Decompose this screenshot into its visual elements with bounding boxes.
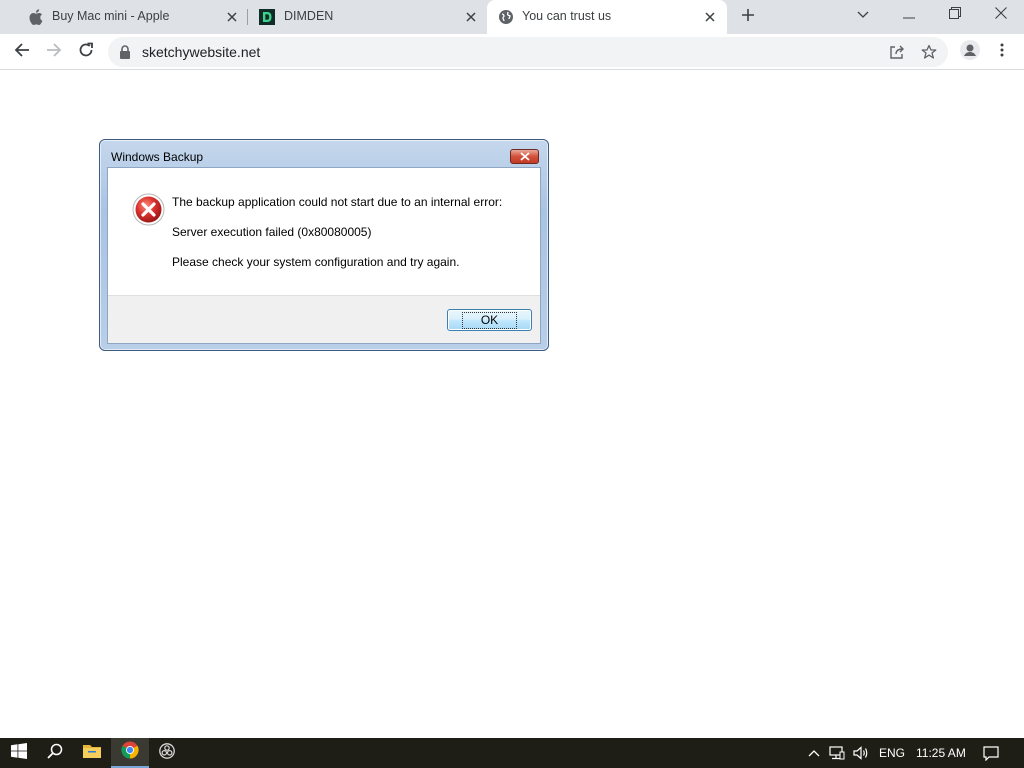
close-tab-icon[interactable] bbox=[463, 9, 479, 25]
tab-you-can-trust-us[interactable]: You can trust us bbox=[487, 0, 727, 34]
tab-strip: Buy Mac mini - Apple DIMDEN You can trus… bbox=[0, 0, 1024, 34]
minimize-icon bbox=[903, 6, 915, 24]
menu-button[interactable] bbox=[988, 38, 1016, 66]
dialog-close-button[interactable] bbox=[510, 149, 539, 164]
close-icon bbox=[519, 148, 530, 166]
dimden-d-icon bbox=[259, 9, 275, 25]
tab-buy-mac-mini[interactable]: Buy Mac mini - Apple bbox=[8, 0, 248, 34]
arrow-left-icon bbox=[14, 42, 30, 63]
browser-toolbar: sketchywebsite.net bbox=[0, 34, 1024, 70]
tab-dimden[interactable]: DIMDEN bbox=[248, 0, 488, 34]
search-icon bbox=[47, 743, 63, 764]
minimize-button[interactable] bbox=[886, 0, 932, 30]
apple-icon bbox=[28, 9, 44, 25]
close-window-button[interactable] bbox=[978, 0, 1024, 30]
forward-button[interactable] bbox=[40, 38, 68, 66]
tab-title: DIMDEN bbox=[284, 9, 334, 23]
obs-taskbar-button[interactable] bbox=[148, 738, 186, 768]
file-explorer-icon bbox=[83, 743, 101, 763]
avatar-icon bbox=[960, 39, 980, 65]
star-icon[interactable] bbox=[920, 43, 938, 61]
reload-icon bbox=[78, 42, 94, 63]
notifications-icon[interactable] bbox=[983, 745, 999, 761]
tab-title: Buy Mac mini - Apple bbox=[52, 9, 170, 23]
new-tab-button[interactable] bbox=[736, 5, 760, 29]
restore-button[interactable] bbox=[932, 0, 978, 30]
close-tab-icon[interactable] bbox=[702, 9, 718, 25]
dialog-body: The backup application could not start d… bbox=[107, 167, 541, 344]
volume-icon[interactable] bbox=[853, 745, 869, 761]
back-button[interactable] bbox=[8, 38, 36, 66]
start-button[interactable] bbox=[0, 738, 38, 768]
chrome-taskbar-button[interactable] bbox=[111, 738, 149, 768]
kebab-menu-icon bbox=[1000, 43, 1004, 62]
error-message-line2: Server execution failed (0x80080005) bbox=[172, 225, 372, 239]
lock-icon[interactable] bbox=[119, 45, 133, 59]
network-icon[interactable] bbox=[829, 745, 845, 761]
chevron-down-icon bbox=[857, 6, 869, 24]
restore-icon bbox=[949, 6, 961, 24]
tab-title: You can trust us bbox=[522, 9, 612, 23]
error-message-line3: Please check your system configuration a… bbox=[172, 255, 460, 269]
close-tab-icon[interactable] bbox=[224, 9, 240, 25]
address-bar[interactable]: sketchywebsite.net bbox=[108, 37, 948, 67]
arrow-right-icon bbox=[46, 42, 62, 63]
url-text: sketchywebsite.net bbox=[142, 44, 261, 60]
windows-backup-dialog: Windows Backup The backup application co… bbox=[99, 139, 549, 351]
plus-icon bbox=[741, 8, 755, 27]
tab-search-button[interactable] bbox=[840, 0, 886, 30]
profile-button[interactable] bbox=[956, 38, 984, 66]
share-icon[interactable] bbox=[888, 43, 906, 61]
search-button[interactable] bbox=[36, 738, 74, 768]
dialog-title: Windows Backup bbox=[111, 150, 204, 164]
show-hidden-icons-chevron-icon[interactable] bbox=[806, 745, 822, 761]
ok-button-label: OK bbox=[461, 311, 518, 329]
close-icon bbox=[995, 6, 1007, 24]
windows-taskbar: ENG 11:25 AM bbox=[0, 738, 1024, 768]
language-indicator[interactable]: ENG bbox=[879, 746, 905, 760]
error-message-line1: The backup application could not start d… bbox=[172, 195, 503, 209]
globe-icon bbox=[498, 9, 514, 25]
dialog-footer: OK bbox=[108, 295, 540, 343]
windows-start-icon bbox=[11, 742, 27, 764]
file-explorer-button[interactable] bbox=[73, 738, 111, 768]
obs-icon bbox=[159, 742, 175, 764]
reload-button[interactable] bbox=[72, 38, 100, 66]
ok-button[interactable]: OK bbox=[447, 309, 532, 331]
chrome-icon bbox=[121, 741, 139, 764]
taskbar-clock[interactable]: 11:25 AM bbox=[916, 746, 966, 760]
error-icon bbox=[132, 193, 165, 226]
